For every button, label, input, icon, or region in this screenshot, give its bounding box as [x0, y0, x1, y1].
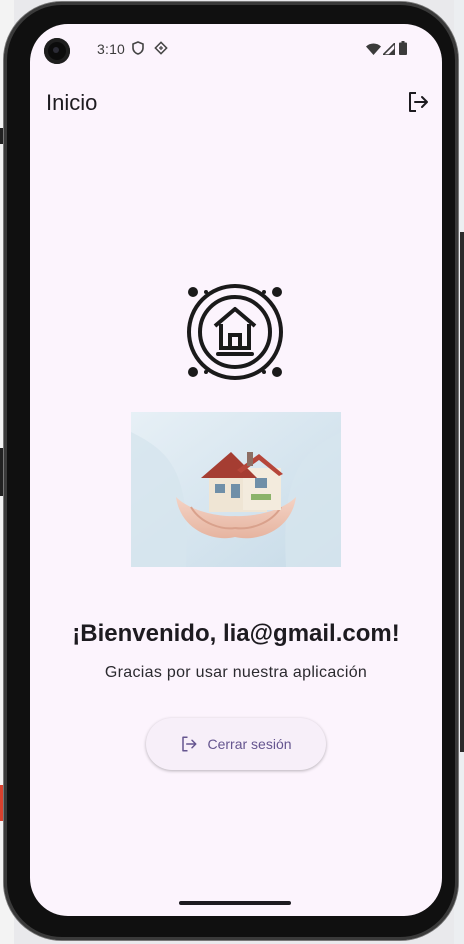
home-indicator[interactable] — [179, 901, 291, 905]
front-camera — [44, 38, 70, 64]
house-badge-icon — [185, 282, 285, 387]
battery-icon — [399, 41, 407, 60]
wifi-icon — [366, 42, 381, 60]
logout-icon-button[interactable] — [404, 90, 432, 118]
location-diamond-icon — [154, 41, 168, 60]
phone-frame: 3:10 Inicio ¡Bienvenido, lia@gmail.com! … — [4, 2, 458, 940]
emulator-side-button — [460, 232, 464, 752]
welcome-subtitle: Gracias por usar nuestra aplicación — [104, 664, 368, 681]
logout-icon — [406, 90, 430, 119]
signal-icon — [381, 41, 396, 60]
page-title: Inicio — [46, 90, 98, 115]
status-time: 3:10 — [97, 41, 126, 57]
logout-button[interactable]: Cerrar sesión — [146, 718, 326, 770]
logout-button-label: Cerrar sesión — [207, 736, 292, 752]
welcome-heading: ¡Bienvenido, lia@gmail.com! — [72, 620, 400, 647]
phone-screen: 3:10 Inicio ¡Bienvenido, lia@gmail.com! … — [30, 24, 442, 916]
hands-holding-house-image — [131, 412, 341, 567]
shield-icon — [132, 41, 144, 60]
logout-icon — [180, 735, 198, 753]
